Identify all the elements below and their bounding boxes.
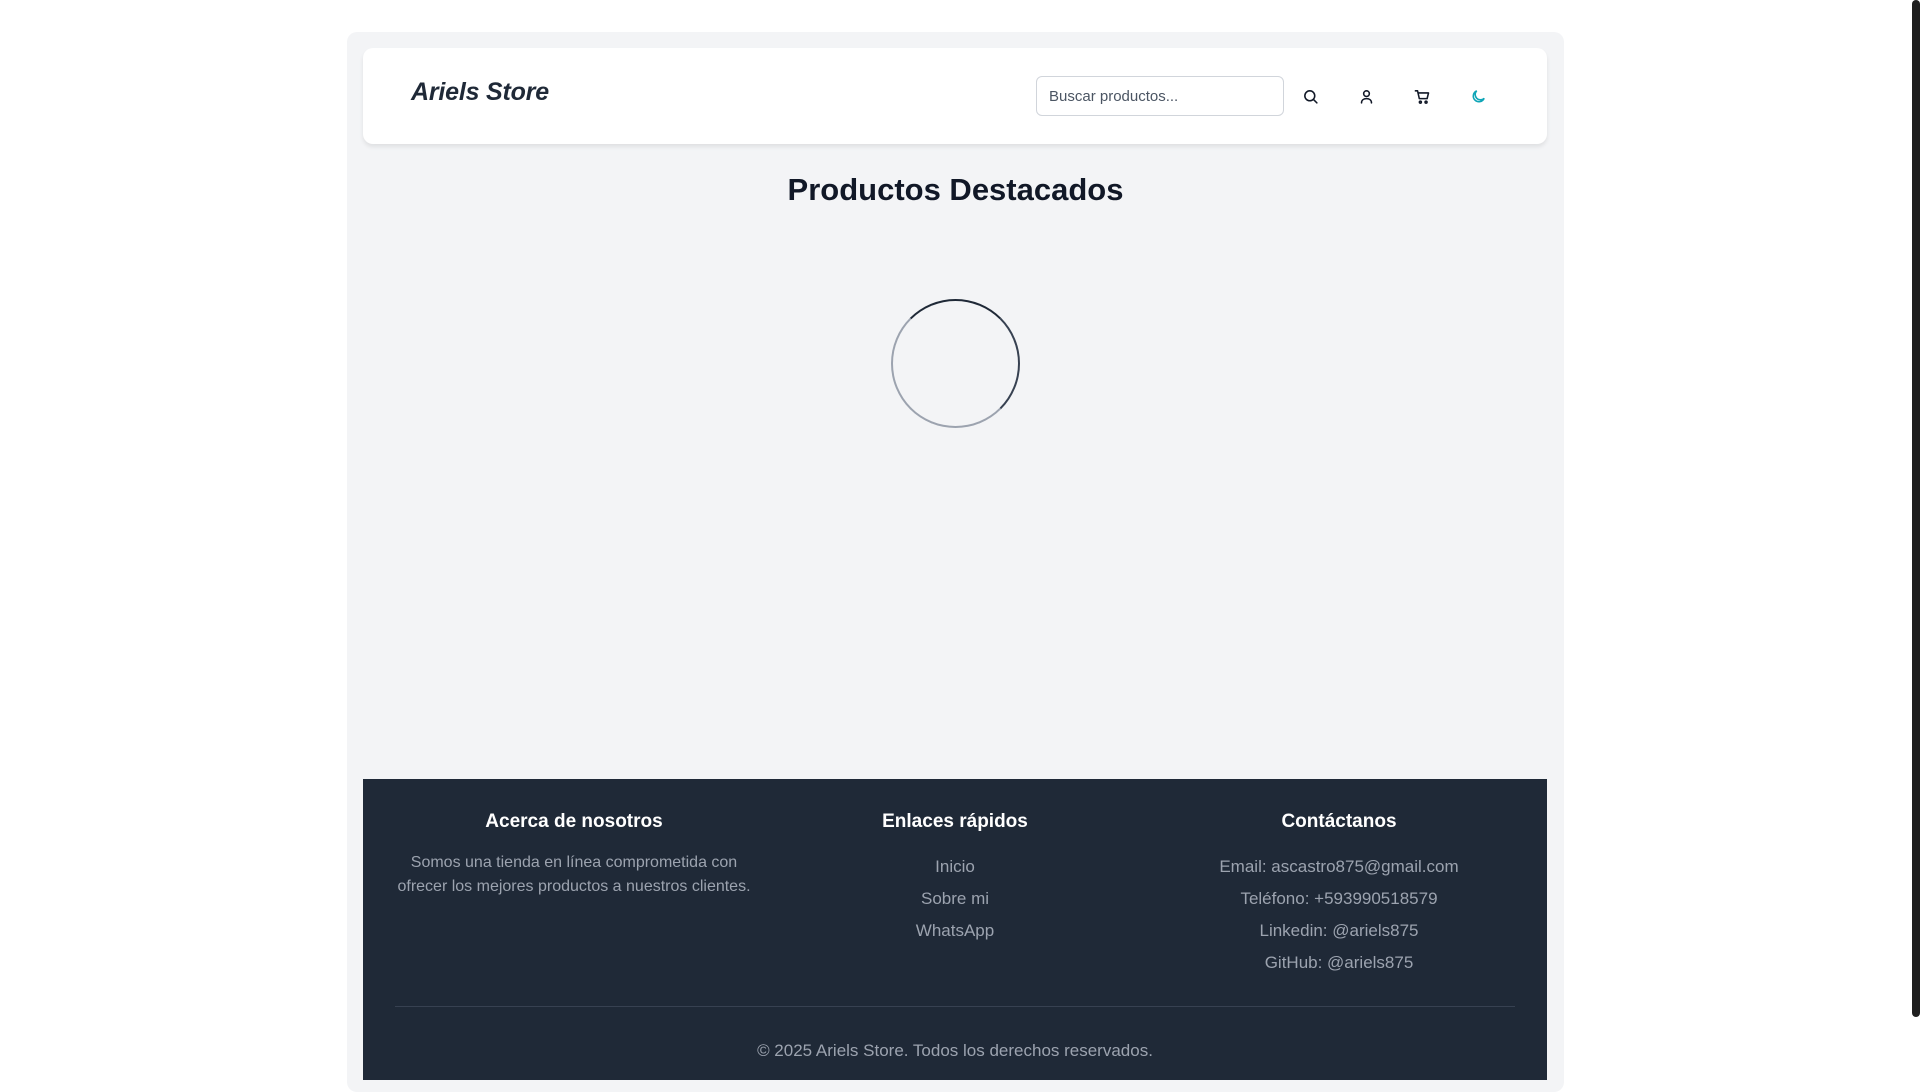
footer-about: Acerca de nosotros Somos una tienda en l… <box>394 811 754 899</box>
footer-divider <box>395 1006 1515 1007</box>
search-input[interactable] <box>1036 76 1284 116</box>
search-button[interactable] <box>1290 76 1330 116</box>
user-icon <box>1360 89 1372 104</box>
footer-link-sobre-mi[interactable]: Sobre mi <box>775 883 1135 915</box>
site-footer: Acerca de nosotros Somos una tienda en l… <box>363 779 1547 1080</box>
footer-copyright: © 2025 Ariels Store. Todos los derechos … <box>757 1041 1153 1060</box>
footer-about-heading: Acerca de nosotros <box>485 811 663 832</box>
footer-contact-email[interactable]: Email: ascastro875@gmail.com <box>1159 851 1519 883</box>
footer-links-heading: Enlaces rápidos <box>882 811 1028 832</box>
footer-contact-linkedin[interactable]: Linkedin: @ariels875 <box>1159 915 1519 947</box>
vertical-scrollbar[interactable] <box>1912 0 1920 1017</box>
loading-spinner <box>891 299 1020 428</box>
cart-button[interactable] <box>1402 76 1442 116</box>
footer-link-whatsapp[interactable]: WhatsApp <box>775 915 1135 947</box>
cart-icon <box>1414 89 1429 104</box>
footer-contact-github[interactable]: GitHub: @ariels875 <box>1159 947 1519 979</box>
search-icon <box>1303 89 1318 104</box>
account-button[interactable] <box>1346 76 1386 116</box>
footer-about-text: Somos una tienda en línea comprometida c… <box>397 854 751 895</box>
moon-icon <box>1472 89 1485 102</box>
footer-contact-phone[interactable]: Teléfono: +593990518579 <box>1159 883 1519 915</box>
footer-contact-heading: Contáctanos <box>1281 811 1397 832</box>
site-header: Ariels Store <box>363 48 1547 144</box>
footer-link-inicio[interactable]: Inicio <box>775 851 1135 883</box>
page-title: Productos Destacados <box>787 172 1124 207</box>
site-logo[interactable]: Ariels Store <box>411 78 549 107</box>
footer-links: Enlaces rápidos Inicio Sobre mi WhatsApp <box>775 811 1135 947</box>
theme-toggle-button[interactable] <box>1458 76 1498 116</box>
footer-contact: Contáctanos Email: ascastro875@gmail.com… <box>1159 811 1519 979</box>
